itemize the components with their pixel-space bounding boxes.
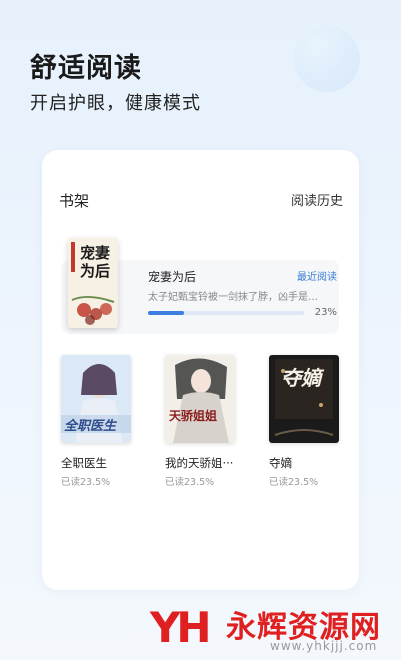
book-title[interactable]: 全职医生 bbox=[61, 455, 133, 471]
book-item[interactable]: 夺嫡 夺嫡 已读23.5% bbox=[269, 355, 341, 488]
recent-book-cover[interactable]: 宠妻为后 bbox=[68, 238, 118, 328]
reading-progress-bar bbox=[148, 311, 304, 315]
book-cover-art bbox=[165, 355, 235, 443]
watermark-logo: YH bbox=[150, 603, 212, 652]
recent-book-description: 太子妃甄宝铃被一剑抹了脖，凶手是她··· bbox=[148, 292, 320, 303]
bookshelf-card: 书架 阅读历史 宠妻为后 宠妻为后 最近阅读 太子妃甄宝铃被一剑抹了脖，凶手是她… bbox=[42, 150, 359, 590]
page-headline: 舒适阅读 bbox=[30, 53, 142, 84]
book-title[interactable]: 夺嫡 bbox=[269, 455, 341, 471]
book-progress: 已读23.5% bbox=[269, 477, 319, 488]
watermark-url: www.yhkjjj.com bbox=[270, 639, 378, 653]
book-cover-title: 天骄姐姐 bbox=[169, 409, 218, 423]
reading-progress-label: 23% bbox=[314, 307, 337, 318]
page-subheadline: 开启护眼，健康模式 bbox=[30, 93, 201, 114]
bookshelf-title: 书架 bbox=[59, 192, 90, 210]
site-watermark: YH 永辉资源网 www.yhkjjj.com bbox=[150, 595, 390, 655]
book-progress: 已读23.5% bbox=[165, 477, 215, 488]
book-cover-title: 全职医生 bbox=[64, 419, 117, 434]
reading-progress-fill bbox=[148, 311, 184, 315]
book-cover[interactable]: 全职医生 bbox=[61, 355, 131, 443]
reading-history-link[interactable]: 阅读历史 bbox=[291, 190, 343, 209]
recent-book-title[interactable]: 宠妻为后 bbox=[148, 268, 196, 285]
recent-reading-badge: 最近阅读 bbox=[297, 272, 337, 283]
book-item[interactable]: 全职医生 全职医生 已读23.5% bbox=[61, 355, 133, 488]
book-progress: 已读23.5% bbox=[61, 477, 111, 488]
decorative-circle bbox=[294, 26, 360, 92]
book-title[interactable]: 我的天骄姐··· bbox=[165, 455, 237, 471]
book-cover[interactable]: 夺嫡 bbox=[269, 355, 339, 443]
book-item[interactable]: 天骄姐姐 我的天骄姐··· 已读23.5% bbox=[165, 355, 237, 488]
book-cover-title: 夺嫡 bbox=[281, 366, 321, 390]
recent-cover-title: 宠妻为后 bbox=[80, 244, 111, 280]
book-cover[interactable]: 天骄姐姐 bbox=[165, 355, 235, 443]
